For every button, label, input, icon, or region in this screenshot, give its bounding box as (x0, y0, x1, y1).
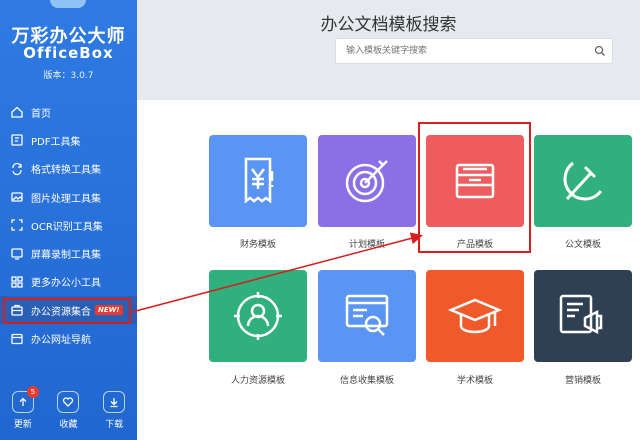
template-grid: 财务模板 计划模板 产品模板 公文模板 人力资源模板 信息收集模板 学术模板 营… (137, 100, 640, 440)
sidebar-item-label: PDF工具集 (31, 136, 81, 148)
box-icon (455, 163, 495, 199)
grid-icon (10, 275, 24, 289)
template-label-product: 产品模板 (456, 240, 493, 250)
header: 办公文档模板搜索 (137, 0, 640, 100)
heart-icon (57, 391, 80, 413)
browser-icon (10, 332, 24, 346)
ocr-icon (10, 218, 24, 232)
sidebar-item-more-tools[interactable]: 更多办公小工具 (0, 268, 137, 296)
sidebar-item-home[interactable]: 首页 (0, 98, 137, 126)
template-card-finance[interactable] (209, 135, 307, 227)
convert-icon (10, 162, 24, 176)
search-box (335, 38, 613, 64)
sidebar-item-label: 图片处理工具集 (31, 193, 101, 205)
update-button[interactable]: 5 更新 (3, 385, 43, 440)
search-input[interactable] (336, 40, 588, 62)
template-label-official: 公文模板 (564, 240, 601, 250)
app-logo (50, 0, 86, 8)
template-card-product[interactable] (426, 135, 524, 227)
template-card-info-collect[interactable] (318, 270, 416, 362)
download-button[interactable]: 下载 (94, 385, 134, 440)
template-label-finance: 财务模板 (239, 240, 276, 250)
sidebar-item-label: 屏幕录制工具集 (31, 250, 101, 262)
update-count-badge: 5 (26, 386, 39, 398)
app-subtitle: OfficeBox (23, 44, 114, 62)
monitor-icon (10, 247, 24, 261)
sidebar-item-label: 更多办公小工具 (31, 278, 101, 290)
app-version: 版本：3.0.7 (43, 71, 94, 81)
sidebar-item-pdf[interactable]: PDF工具集 (0, 126, 137, 154)
sidebar-item-office-resources[interactable]: 办公资源集合 NEW! (0, 296, 137, 325)
page-title: 办公文档模板搜索 (320, 15, 457, 35)
template-card-official[interactable] (534, 135, 632, 227)
favorite-button[interactable]: 收藏 (48, 385, 88, 440)
person-target-icon (234, 292, 282, 340)
sidebar-item-ocr[interactable]: OCR识别工具集 (0, 211, 137, 239)
template-label-info-collect: 信息收集模板 (339, 376, 394, 386)
sidebar-item-label: 首页 (31, 108, 51, 120)
sidebar-item-convert[interactable]: 格式转换工具集 (0, 155, 137, 183)
sidebar-item-label: 办公网址导航 (31, 335, 91, 347)
download-label: 下载 (105, 420, 124, 430)
template-label-hr: 人力资源模板 (230, 376, 285, 386)
sidebar-item-label: OCR识别工具集 (31, 221, 103, 233)
graduation-cap-icon (447, 298, 503, 334)
receipt-icon (244, 157, 274, 204)
sidebar-item-label: 格式转换工具集 (31, 165, 101, 177)
sidebar-item-screen-record[interactable]: 屏幕录制工具集 (0, 239, 137, 267)
template-card-marketing[interactable] (534, 270, 632, 362)
briefcase-icon (10, 303, 24, 317)
search-icon[interactable] (588, 45, 612, 57)
sidebar-nav: 首页 PDF工具集 格式转换工具集 图片处理工具集 OCR识别工具集 屏幕录制工… (0, 98, 137, 353)
sidebar-item-office-nav[interactable]: 办公网址导航 (0, 324, 137, 352)
template-card-hr[interactable] (209, 270, 307, 362)
sidebar-bottom-bar: 5 更新 收藏 下载 (0, 385, 137, 440)
favorite-label: 收藏 (59, 420, 78, 430)
new-badge: NEW! (95, 305, 123, 316)
template-label-plan: 计划模板 (348, 240, 385, 250)
template-card-plan[interactable] (318, 135, 416, 227)
pdf-icon (10, 133, 24, 147)
template-label-marketing: 营销模板 (564, 376, 601, 386)
template-label-academic: 学术模板 (456, 376, 493, 386)
home-icon (10, 105, 24, 119)
update-label: 更新 (13, 420, 32, 430)
sidebar: 万彩办公大师 OfficeBox 版本：3.0.7 首页 PDF工具集 格式转换… (0, 0, 137, 440)
image-icon (10, 190, 24, 204)
web-search-icon (345, 294, 389, 336)
sidebar-item-label: 办公资源集合 (31, 306, 91, 318)
hammer-sickle-icon (563, 161, 603, 201)
template-card-academic[interactable] (426, 270, 524, 362)
download-icon (103, 391, 126, 413)
megaphone-icon (559, 294, 603, 335)
target-icon (345, 160, 388, 203)
sidebar-item-image[interactable]: 图片处理工具集 (0, 183, 137, 211)
